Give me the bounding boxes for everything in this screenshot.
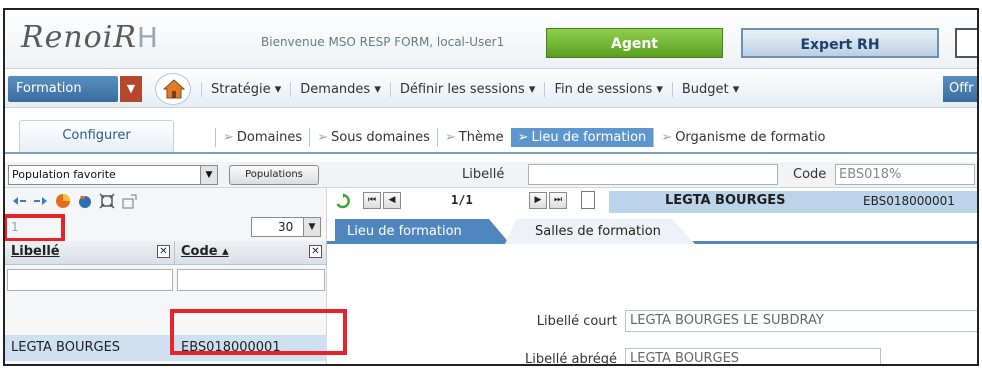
subtab-sous-domaines[interactable]: ➢ Sous domaines <box>309 127 437 147</box>
arrow-icon: ➢ <box>661 129 673 145</box>
agent-button[interactable]: Agent <box>546 28 723 58</box>
code-filter-label: Code <box>793 167 827 182</box>
remove-column-icon[interactable]: ✕ <box>309 245 322 258</box>
cell-libelle: LEGTA BOURGES <box>11 340 121 355</box>
expert-rh-button[interactable]: Expert RH <box>741 28 939 58</box>
form-tabs: Lieu de formation Salles de formation <box>327 218 977 244</box>
menu-offre[interactable]: Offr <box>943 76 977 102</box>
fullscreen-icon[interactable] <box>99 193 115 209</box>
record-nav-bar: ⏮ ◀ 1/1 ▶ ⏭ LEGTA BOURGES EBS018000001 <box>327 188 977 214</box>
menu-fin-sessions[interactable]: Fin de sessions ▾ <box>544 81 671 97</box>
subtab-organisme-formation[interactable]: ➢ Organisme de formatio <box>653 127 832 147</box>
subtab-theme[interactable]: ➢ Thème <box>436 127 511 147</box>
population-select[interactable]: Population favorite ▼ <box>8 165 218 185</box>
libelle-court-input[interactable]: LEGTA BOURGES LE SUBDRAY <box>625 310 977 332</box>
configure-tab-row: Configurer ➢ Domaines ➢ Sous domaines ➢ Thè… <box>5 108 977 162</box>
arrow-icon: ➢ <box>517 129 529 145</box>
menu-strategie[interactable]: Stratégie ▾ <box>201 81 290 97</box>
column-header-libelle[interactable]: Libellé ✕ <box>5 241 175 265</box>
menu-items: Stratégie ▾ Demandes ▾ Définir les sessi… <box>201 69 748 109</box>
menu-demandes[interactable]: Demandes ▾ <box>290 81 390 97</box>
welcome-text: Bienvenue MSO RESP FORM, local-User1 <box>261 35 505 49</box>
column-header-code[interactable]: Code ▴ ✕ <box>175 241 327 265</box>
pager-row: 1 30 ▼ <box>5 214 327 242</box>
per-page-select[interactable]: 30 ▼ <box>251 217 321 237</box>
subtab-lieu-formation[interactable]: ➢ Lieu de formation <box>510 127 654 147</box>
highlight-box-page <box>5 214 65 242</box>
record-title-bar: LEGTA BOURGES EBS018000001 <box>609 191 977 213</box>
record-title: LEGTA BOURGES <box>665 193 786 208</box>
collapse-icon[interactable] <box>11 193 27 209</box>
chevron-down-icon: ▼ <box>200 166 217 184</box>
app-header: RenoiRH Bienvenue MSO RESP FORM, local-U… <box>5 10 977 68</box>
next-record-button[interactable]: ▶ <box>529 192 547 209</box>
libelle-column-filter[interactable] <box>7 269 173 291</box>
subtab-domaines[interactable]: ➢ Domaines <box>215 127 309 147</box>
list-toolbar <box>5 188 327 214</box>
menu-budget[interactable]: Budget ▾ <box>671 81 748 97</box>
chart-icon[interactable] <box>121 193 137 209</box>
module-dropdown-icon[interactable]: ▼ <box>120 76 142 102</box>
record-detail-panel: ⏮ ◀ 1/1 ▶ ⏭ LEGTA BOURGES EBS018000001 L… <box>327 188 977 366</box>
tab-underline <box>5 152 977 154</box>
arrow-icon: ➢ <box>317 129 329 145</box>
libelle-filter-label: Libellé <box>462 167 505 182</box>
app-logo: RenoiRH <box>21 20 159 55</box>
expand-icon[interactable] <box>33 193 49 209</box>
tab-salles-formation[interactable]: Salles de formation <box>505 219 695 244</box>
record-position: 1/1 <box>451 193 473 207</box>
code-column-filter[interactable] <box>177 269 325 291</box>
chevron-down-icon: ▼ <box>303 218 320 236</box>
tab-lieu-formation[interactable]: Lieu de formation <box>335 219 510 244</box>
new-document-icon[interactable] <box>581 191 595 209</box>
libelle-abrege-input[interactable]: LEGTA BOURGES <box>625 348 881 364</box>
highlight-box-code <box>170 309 347 355</box>
previous-record-button[interactable]: ◀ <box>383 192 401 209</box>
next-role-button[interactable] <box>955 28 977 58</box>
home-icon[interactable] <box>155 73 191 105</box>
tab-configurer[interactable]: Configurer <box>19 120 174 152</box>
first-record-button[interactable]: ⏮ <box>363 192 381 209</box>
record-code: EBS018000001 <box>863 194 955 208</box>
libelle-abrege-label: Libellé abrégé <box>525 352 617 366</box>
remove-column-icon[interactable]: ✕ <box>157 245 170 258</box>
app-window: RenoiRH Bienvenue MSO RESP FORM, local-U… <box>3 8 979 366</box>
filter-row: Population favorite ▼ Populations Libellé… <box>5 162 977 188</box>
menu-definir-sessions[interactable]: Définir les sessions ▾ <box>389 81 545 97</box>
last-record-button[interactable]: ⏭ <box>549 192 567 209</box>
arrow-icon: ➢ <box>444 129 456 145</box>
code-filter-input[interactable]: EBS018% <box>835 164 975 185</box>
main-menu-bar: Formation ▼ Stratégie ▾ Demandes ▾ Défin… <box>5 68 977 108</box>
populations-button[interactable]: Populations <box>229 165 319 185</box>
pie-chart-icon[interactable] <box>55 193 71 209</box>
export-icon[interactable] <box>77 193 93 209</box>
sub-tabs: ➢ Domaines ➢ Sous domaines ➢ Thème ➢ Lieu de… <box>215 126 833 148</box>
arrow-icon: ➢ <box>223 129 234 145</box>
refresh-icon[interactable] <box>335 193 351 209</box>
libelle-court-label: Libellé court <box>536 314 617 329</box>
libelle-filter-input[interactable] <box>528 164 778 185</box>
module-menu-formation[interactable]: Formation <box>8 76 118 102</box>
